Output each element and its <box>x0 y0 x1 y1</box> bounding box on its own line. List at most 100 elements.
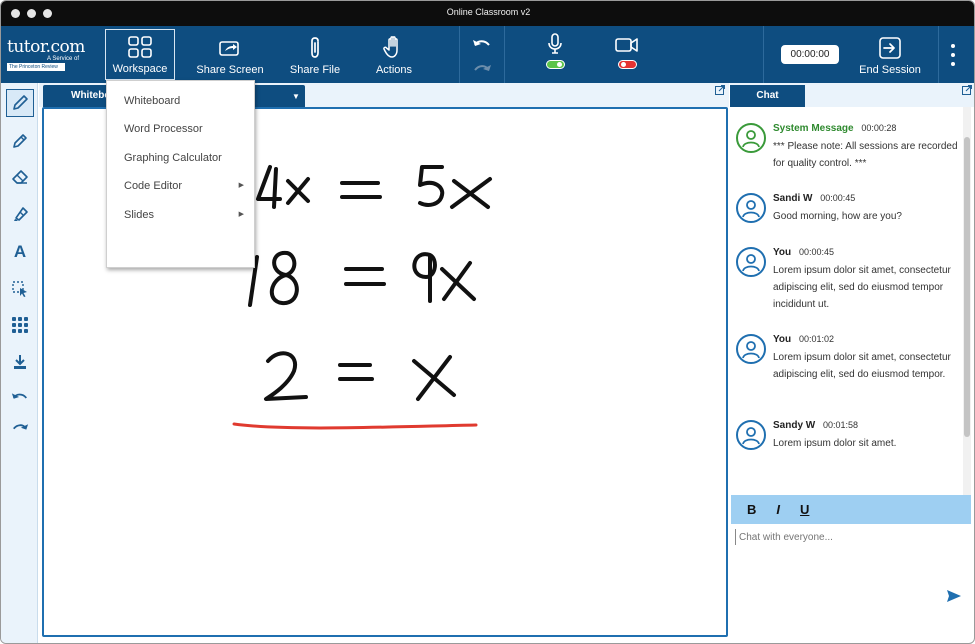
message-time: 00:00:45 <box>820 193 856 203</box>
message-header: Sandy W 00:01:58 <box>773 420 858 431</box>
message-time: 00:00:28 <box>861 123 897 133</box>
app-window: Online Classroom v2 tutor.com A Service … <box>0 0 975 644</box>
menu-item-label: Word Processor <box>124 123 203 135</box>
history-controls <box>463 26 501 83</box>
highlighter-tool[interactable] <box>6 200 34 228</box>
text-tool[interactable]: A <box>6 238 34 266</box>
partner-logo: The Princeton Review <box>7 63 65 71</box>
download-tool[interactable] <box>6 348 34 376</box>
user-icon <box>742 200 760 218</box>
avatar <box>736 123 766 153</box>
end-session-button[interactable]: End Session <box>853 26 927 83</box>
microphone-toggle[interactable] <box>539 33 571 78</box>
share-screen-icon <box>219 41 239 56</box>
pencil-tool[interactable] <box>6 89 34 117</box>
message-time: 00:00:45 <box>798 247 834 257</box>
pencil-icon <box>13 95 28 110</box>
user-icon <box>742 427 760 445</box>
share-screen-button[interactable]: Share Screen <box>191 26 269 83</box>
message-text: Lorem ipsum dolor sit amet, consectetur … <box>773 265 951 310</box>
session-timer: 00:00:00 <box>781 45 839 64</box>
tab-chat[interactable]: Chat <box>730 85 805 107</box>
handwritten-line-2 <box>248 250 476 307</box>
message-sender: Sandi W <box>773 193 813 204</box>
title-bar: Online Classroom v2 <box>1 1 974 26</box>
redo-tool[interactable] <box>6 412 34 440</box>
message-text: *** Please note: All sessions are record… <box>773 141 958 169</box>
select-tool[interactable] <box>6 275 34 303</box>
chat-input[interactable] <box>735 529 935 545</box>
message-text: Lorem ipsum dolor sit amet. <box>773 438 897 449</box>
workspace-icon <box>128 36 152 58</box>
menu-item-whiteboard[interactable]: Whiteboard <box>107 88 254 114</box>
avatar <box>736 247 766 277</box>
highlighter-icon <box>14 207 28 221</box>
pen-icon <box>13 134 27 148</box>
send-icon[interactable] <box>946 589 962 603</box>
handwritten-line-1 <box>256 165 492 209</box>
actions-button[interactable]: Actions <box>363 26 425 83</box>
chevron-right-icon: ▶ <box>238 182 244 189</box>
message-sender: You <box>773 334 792 345</box>
brand-name: tutor.com <box>7 37 85 57</box>
italic-button[interactable]: I <box>776 502 780 517</box>
user-icon <box>742 254 760 272</box>
camera-toggle[interactable] <box>611 33 643 78</box>
microphone-icon <box>548 33 562 54</box>
toolbar-divider <box>504 26 505 83</box>
chat-tab-bar: Chat <box>730 83 974 107</box>
grid-tool[interactable] <box>6 311 34 339</box>
chat-format-toolbar: B I U <box>731 495 971 524</box>
message-time: 00:01:58 <box>823 420 859 430</box>
video-camera-icon <box>615 38 638 52</box>
menu-item-label: Graphing Calculator <box>124 152 222 164</box>
chat-scrollbar[interactable] <box>963 107 971 495</box>
window-title: Online Classroom v2 <box>446 7 531 17</box>
menu-item-label: Whiteboard <box>124 95 181 107</box>
workspace-label: Workspace <box>112 63 168 75</box>
message-time: 00:01:02 <box>798 334 834 344</box>
pen-tool[interactable] <box>6 127 34 155</box>
chat-compose <box>731 524 971 636</box>
menu-item-word-processor[interactable]: Word Processor <box>107 116 254 142</box>
eraser-icon <box>12 170 28 184</box>
grid-icon <box>12 317 28 333</box>
underline-button[interactable]: U <box>800 502 809 517</box>
more-options-icon[interactable] <box>947 44 959 66</box>
message-header: You 00:01:02 <box>773 334 834 345</box>
scrollbar-thumb[interactable] <box>964 137 970 437</box>
mic-status-toggle[interactable] <box>545 60 565 69</box>
menu-item-slides[interactable]: Slides ▶ <box>107 202 254 228</box>
message-text: Good morning, how are you? <box>773 211 902 222</box>
toggle-knob <box>620 62 626 67</box>
avatar <box>736 420 766 450</box>
end-session-label: End Session <box>859 64 921 76</box>
workspace-menu: Whiteboard Word Processor Graphing Calcu… <box>106 80 255 268</box>
exit-icon <box>879 37 901 59</box>
popout-icon[interactable] <box>962 85 972 95</box>
popout-icon[interactable] <box>715 85 725 95</box>
redo-icon[interactable] <box>472 60 492 74</box>
user-icon <box>742 341 760 359</box>
message-sender: You <box>773 247 792 258</box>
share-file-label: Share File <box>289 64 341 76</box>
workspace-button[interactable]: Workspace <box>105 29 175 80</box>
undo-tool[interactable] <box>6 383 34 411</box>
bold-button[interactable]: B <box>747 502 756 517</box>
eraser-tool[interactable] <box>6 163 34 191</box>
redo-icon <box>12 424 29 430</box>
menu-item-label: Slides <box>124 209 154 221</box>
chat-messages: System Message 00:00:28 *** Please note:… <box>730 107 963 495</box>
chevron-right-icon: ▶ <box>238 211 244 218</box>
camera-status-toggle[interactable] <box>617 60 637 69</box>
undo-icon[interactable] <box>472 37 492 51</box>
message-header: Sandi W 00:00:45 <box>773 193 855 204</box>
toolbar-divider <box>938 26 939 83</box>
handwritten-line-3 <box>264 351 456 401</box>
actions-label: Actions <box>375 64 413 76</box>
menu-item-code-editor[interactable]: Code Editor ▶ <box>107 173 254 199</box>
select-icon <box>12 281 27 297</box>
chevron-down-icon[interactable]: ▼ <box>292 92 300 101</box>
share-file-button[interactable]: Share File <box>283 26 347 83</box>
menu-item-graphing-calculator[interactable]: Graphing Calculator <box>107 145 254 171</box>
